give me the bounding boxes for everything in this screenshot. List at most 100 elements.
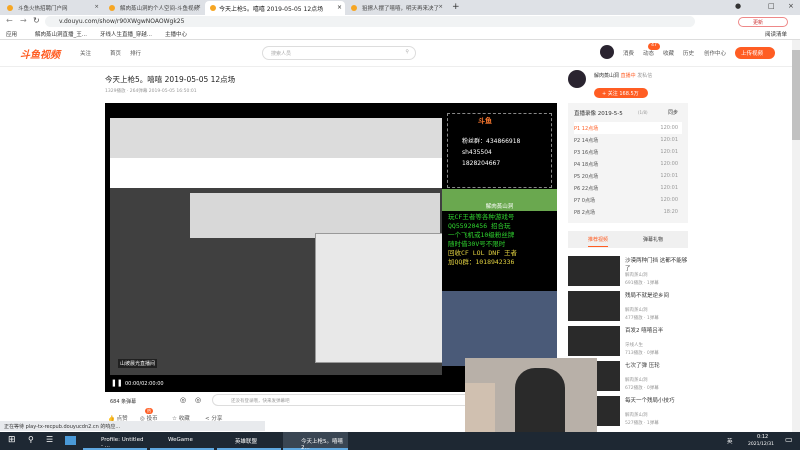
video-thumbnail[interactable] bbox=[568, 291, 620, 321]
link-history[interactable]: 历史 bbox=[683, 49, 694, 57]
taskbar: ⊞ ⚲ ☰ Profile: Untitled - ... WeGame 英雄联… bbox=[0, 432, 800, 451]
reload-icon[interactable]: ↻ bbox=[33, 16, 40, 25]
douyu-favicon-icon bbox=[351, 5, 357, 11]
danmaku-settings-icon[interactable]: ◎ bbox=[195, 396, 201, 404]
douyu-favicon-icon bbox=[7, 5, 13, 11]
follow-link[interactable]: 关注 bbox=[80, 49, 91, 57]
streamer-avatar[interactable] bbox=[568, 70, 586, 88]
upload-video-button[interactable]: 上传视频 bbox=[735, 47, 775, 59]
episode-item[interactable]: P6 22点场 120:01 bbox=[574, 182, 682, 194]
webcam-overlay bbox=[465, 358, 597, 432]
link-dynamic[interactable]: 动态 bbox=[643, 49, 654, 57]
douyu-favicon-icon bbox=[210, 5, 216, 11]
new-tab-button[interactable]: + bbox=[452, 2, 460, 12]
bookmark-item[interactable]: 主播中心 bbox=[165, 30, 187, 38]
tab-bar: 斗鱼火热招聘门户网 × 解肉蒸山洞的个人空间-斗鱼视频 × 今天上枪5。嘻嘻 201… bbox=[0, 0, 800, 15]
address-bar: ← → ↻ v.douyu.com/show/r90XWgwNOAOWgk25 … bbox=[0, 15, 800, 28]
notification-badge: 47 bbox=[648, 43, 660, 50]
douyu-favicon-icon bbox=[109, 5, 115, 11]
task-view-icon[interactable]: ☰ bbox=[46, 435, 53, 444]
tab-gifts[interactable]: 弹幕礼物 bbox=[643, 236, 663, 243]
update-button[interactable]: 更新 bbox=[738, 17, 788, 27]
fan-group: 粉丝群：434866918 bbox=[462, 138, 521, 145]
bookmark-item[interactable]: 牙线人生直播_穿越... bbox=[100, 30, 152, 38]
episode-item[interactable]: P8 2点场 18:20 bbox=[574, 206, 682, 218]
recommended-item[interactable]: 沙漠两种门挡 这都不能够了 解肉蒸山洞 691播放 · 1弹幕 bbox=[568, 256, 688, 290]
bookmarks-bar: 应用 解肉蒸山洞直播_王... 牙线人生直播_穿越... 主播中心 阅读清单 bbox=[0, 28, 800, 40]
episode-item[interactable]: P5 20点场 120:01 bbox=[574, 170, 682, 182]
site-header: 斗鱼视频 关注 首页 排行 搜索人员 ⚲ 消费 动态 47 收藏 历史 创作中心 … bbox=[0, 40, 792, 67]
profile-icon[interactable]: ● bbox=[735, 2, 741, 10]
tab-recommended[interactable]: 推荐视频 bbox=[588, 236, 609, 247]
danmaku-count: 684 条弹幕 bbox=[110, 399, 137, 405]
tab-1[interactable]: 斗鱼火热招聘门户网 × bbox=[2, 1, 102, 15]
status-bar: 正在等待 play-tx-recpub.douyucdn2.cn 的响应... bbox=[0, 421, 265, 431]
recommended-item[interactable]: 百发2 嘻嘻吕半 牙线人生 713播放 · 0弹幕 bbox=[568, 326, 688, 360]
taskbar-obs[interactable]: Profile: Untitled - ... bbox=[83, 432, 147, 450]
streamer-name[interactable]: 解肉蒸山洞 直播中 发私信 bbox=[594, 72, 652, 79]
video-thumbnail[interactable] bbox=[568, 326, 620, 356]
bookmark-item[interactable]: 解肉蒸山洞直播_王... bbox=[35, 30, 87, 38]
wechat-id: sh435504 bbox=[462, 149, 492, 156]
taskbar-wegame[interactable]: WeGame bbox=[150, 432, 214, 450]
clock-date[interactable]: 2021/12/31 bbox=[748, 442, 774, 447]
taskbar-chrome[interactable]: 今天上枪5。嘻嘻 2... bbox=[283, 432, 348, 451]
search-icon[interactable]: ⚲ bbox=[405, 49, 409, 55]
close-window-icon[interactable]: × bbox=[788, 2, 794, 10]
qq-id: 1828204667 bbox=[462, 160, 501, 167]
close-icon[interactable]: × bbox=[337, 4, 342, 11]
start-icon[interactable]: ⊞ bbox=[8, 435, 16, 445]
search-input[interactable]: 搜索人员 ⚲ bbox=[262, 46, 416, 60]
bookmark-apps[interactable]: 应用 bbox=[6, 30, 17, 38]
taskbar-lol[interactable]: 英雄联盟 bbox=[217, 432, 281, 450]
nav-home[interactable]: 首页 bbox=[110, 49, 121, 57]
ime-indicator[interactable]: 英 bbox=[727, 437, 733, 445]
sort-dropdown[interactable]: 同步 bbox=[668, 109, 678, 116]
avatar[interactable] bbox=[600, 45, 614, 59]
inner-label: 山坡晨光直播间 bbox=[118, 359, 158, 368]
tab-2[interactable]: 解肉蒸山洞的个人空间-斗鱼视频 × bbox=[104, 1, 204, 15]
video-thumbnail[interactable] bbox=[568, 256, 620, 286]
close-icon[interactable]: × bbox=[196, 4, 201, 10]
episode-item[interactable]: P4 18点场 120:00 bbox=[574, 158, 682, 170]
episode-item[interactable]: P3 16点场 120:01 bbox=[574, 146, 682, 158]
link-consume[interactable]: 消费 bbox=[623, 49, 634, 57]
coin-badge: 热 bbox=[145, 408, 153, 414]
link-favorites[interactable]: 收藏 bbox=[663, 49, 674, 57]
link-creator[interactable]: 创作中心 bbox=[704, 49, 726, 57]
forward-icon[interactable]: → bbox=[20, 16, 27, 25]
pause-icon[interactable]: ❚❚ bbox=[111, 379, 123, 387]
nav-rank[interactable]: 排行 bbox=[130, 49, 141, 57]
time-display: 00:00/02:00:00 bbox=[125, 381, 164, 387]
douyu-brand: 斗鱼 bbox=[478, 117, 492, 125]
tab-3[interactable]: 今天上枪5。嘻嘻 2019-05-05 12点场 × bbox=[205, 1, 345, 15]
notification-icon[interactable]: ▭ bbox=[785, 435, 793, 444]
danmaku-input[interactable]: 还没有登录哦，快来发弹幕吧 bbox=[212, 394, 472, 406]
webcam-feed bbox=[442, 291, 557, 366]
video-title: 今天上枪5。嘻嘻 2019-05-05 12点场 bbox=[105, 75, 236, 84]
ad-text: 玩CF王者等各种游戏号 QQ55920456 招合玩 一个飞机或10级粉丝牌 随时借3… bbox=[448, 213, 518, 266]
back-icon[interactable]: ← bbox=[6, 16, 13, 25]
close-icon[interactable]: × bbox=[94, 4, 99, 10]
reading-list[interactable]: 阅读清单 bbox=[765, 30, 787, 38]
close-icon[interactable]: × bbox=[438, 4, 443, 10]
rec-tabs: 推荐视频 弹幕礼物 bbox=[568, 231, 688, 248]
url-input[interactable]: v.douyu.com/show/r90XWgwNOAOWgk25 bbox=[45, 16, 695, 27]
maximize-icon[interactable]: □ bbox=[768, 2, 775, 10]
douyu-logo[interactable]: 斗鱼视频 bbox=[20, 46, 60, 61]
search-icon[interactable]: ⚲ bbox=[28, 435, 34, 444]
recommended-item[interactable]: 残局不就是逆乡间 解肉蒸山洞 477播放 · 1弹幕 bbox=[568, 291, 688, 325]
video-player[interactable]: 山坡晨光直播间 斗鱼 粉丝群：434866918 sh435504 182820… bbox=[105, 103, 557, 392]
video-frame: 山坡晨光直播间 bbox=[110, 118, 450, 375]
stream-overlay: 斗鱼 粉丝群：434866918 sh435504 1828204667 解肉蒸… bbox=[442, 103, 557, 392]
follow-button[interactable]: + 关注 168.5万 bbox=[594, 88, 648, 98]
tab-4[interactable]: 狙擦人摆了嘻嘻，明天再来决了 × bbox=[346, 1, 446, 15]
danmaku-toggle-icon[interactable]: ◎ bbox=[180, 396, 186, 404]
clock-time[interactable]: 0:12 bbox=[757, 434, 768, 440]
episode-item[interactable]: P1 12点场 120:00 bbox=[574, 122, 682, 134]
episode-item[interactable]: P2 14点场 120:01 bbox=[574, 134, 682, 146]
app-icon[interactable] bbox=[65, 436, 76, 445]
episode-item[interactable]: P7 0点场 120:00 bbox=[574, 194, 682, 206]
overlay-name: 解肉蒸山洞 bbox=[442, 189, 557, 211]
page-scrollbar[interactable] bbox=[792, 40, 800, 432]
